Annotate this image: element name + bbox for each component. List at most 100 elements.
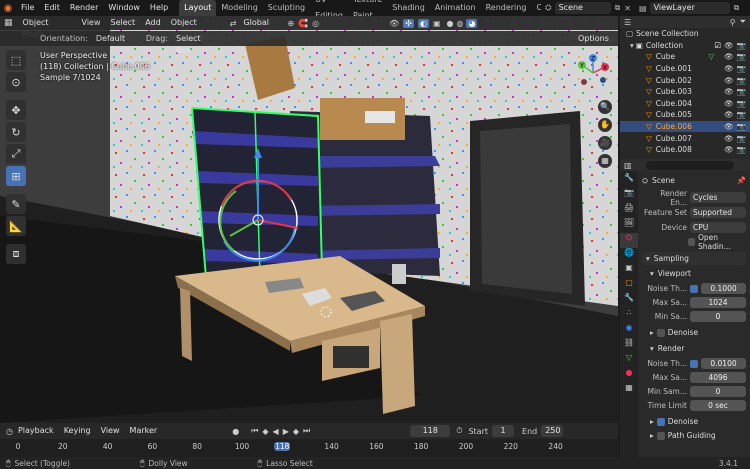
time-limit-field[interactable]: 0 sec (690, 400, 746, 411)
add-cube-tool-icon[interactable]: ⧈ (6, 244, 26, 264)
r-noise-checkbox[interactable] (690, 359, 698, 368)
material-tab-icon[interactable]: ● (620, 368, 638, 383)
proportional-edit-icon[interactable]: ◎ (312, 19, 319, 28)
tab-sculpting[interactable]: Sculpting (263, 0, 310, 16)
options-dropdown[interactable]: Options (574, 32, 614, 45)
scene-field[interactable]: Scene (554, 2, 611, 14)
particles-tab-icon[interactable]: ∴ (620, 308, 638, 323)
snap-icon[interactable]: 🧲 (298, 19, 308, 28)
data-tab-icon[interactable]: ▽ (620, 353, 638, 368)
outliner-item[interactable]: ▽ Cube.005 👁 📷 (620, 109, 750, 121)
jump-start-icon[interactable]: ⏮ (251, 426, 258, 436)
vp-denoise-checkbox[interactable] (656, 328, 665, 337)
play-icon[interactable]: ▶ (283, 427, 289, 436)
menu-add[interactable]: Add (140, 16, 166, 30)
camera-render-icon[interactable]: 📷 (737, 64, 746, 73)
eye-icon[interactable]: 👁 (724, 52, 734, 61)
object-tab-icon[interactable]: ▢ (620, 278, 638, 293)
path-guiding-row[interactable]: ▸ Path Guiding (642, 429, 746, 442)
tab-uv-editing[interactable]: UV Editing (310, 0, 348, 16)
camera-icon[interactable]: 🎥 (598, 136, 612, 150)
camera-render-icon[interactable]: 📷 (737, 52, 746, 61)
camera-render-icon[interactable]: 📷 (737, 76, 746, 85)
expand-arrow-icon[interactable]: ▾ (630, 41, 634, 50)
outliner-search-icon[interactable]: ⚲ (730, 18, 736, 27)
outliner-item[interactable]: ▽ Cube.003 👁 📷 (620, 86, 750, 98)
pivot-icon[interactable]: ⊕ (287, 19, 294, 28)
modifier-tab-icon[interactable]: 🔧 (620, 293, 638, 308)
camera-render-icon[interactable]: 📷 (737, 99, 746, 108)
view-layer-icon[interactable]: ▤ (639, 4, 647, 13)
shading-solid-icon[interactable]: ● (447, 19, 454, 28)
eye-icon[interactable]: 👁 (724, 134, 734, 143)
checkbox-icon[interactable]: ☑ (714, 41, 721, 50)
menu-keying[interactable]: Keying (59, 423, 96, 439)
menu-render[interactable]: Render (65, 0, 103, 16)
camera-render-icon[interactable]: 📷 (737, 145, 746, 154)
outliner-editor-icon[interactable]: ☰ (624, 18, 631, 27)
r-min-samples-field[interactable]: 0 (690, 386, 746, 397)
mode-selector[interactable]: Object Mode (18, 17, 77, 39)
editor-type-icon[interactable]: ▦ (4, 18, 13, 28)
tab-rendering[interactable]: Rendering (481, 0, 532, 16)
r-denoise-checkbox[interactable] (656, 417, 665, 426)
physics-tab-icon[interactable]: ◉ (620, 323, 638, 338)
cursor-tool-icon[interactable]: ⊙ (6, 72, 26, 92)
menu-file[interactable]: File (16, 0, 39, 16)
move-tool-icon[interactable]: ✥ (6, 100, 26, 120)
outliner-item[interactable]: ▽ Cube.001 👁 📷 (620, 63, 750, 75)
feature-set-select[interactable]: Supported (690, 207, 746, 218)
scene-icon[interactable]: ⛭ (545, 3, 551, 13)
render-tab-icon[interactable]: 📷 (620, 188, 638, 203)
current-frame-field[interactable]: 118 (410, 425, 451, 437)
visibility-icon[interactable]: 👁 (389, 19, 399, 28)
menu-help[interactable]: Help (145, 0, 173, 16)
render-engine-select[interactable]: Cycles (690, 192, 746, 203)
outliner-item[interactable]: ▽ Cube.006 👁 📷 (620, 120, 750, 133)
playhead-frame-label[interactable]: 118 (274, 442, 291, 451)
filter-icon[interactable]: ⏷ (740, 17, 746, 27)
gizmo-toggle-icon[interactable]: ✣ (403, 18, 414, 28)
end-frame-field[interactable]: 250 (541, 425, 564, 437)
open-shading-row[interactable]: Open Shadin... (642, 233, 746, 251)
transform-orientation-icon[interactable]: ⇄ (230, 19, 237, 28)
render-subpanel-header[interactable]: ▾ Render (642, 342, 746, 355)
vp-noise-field[interactable]: 0.1000 (701, 283, 746, 294)
tab-layout[interactable]: Layout (179, 0, 217, 16)
vp-noise-checkbox[interactable] (690, 284, 698, 293)
play-reverse-icon[interactable]: ◀ (273, 427, 279, 436)
collection-tab-icon[interactable]: ▣ (620, 263, 638, 278)
camera-render-icon[interactable]: 📷 (737, 41, 746, 50)
menu-playback[interactable]: Playback (13, 423, 59, 439)
start-frame-field[interactable]: 1 (492, 425, 515, 437)
properties-editor-icon[interactable]: ▥ (624, 161, 632, 170)
camera-render-icon[interactable]: 📷 (737, 87, 746, 96)
drag-select[interactable]: Select Box (171, 32, 218, 55)
menu-window[interactable]: Window (103, 0, 145, 16)
eye-icon[interactable]: 👁 (724, 122, 734, 131)
outliner-item[interactable]: ▽ Cube.004 👁 📷 (620, 98, 750, 110)
props-search-field[interactable] (645, 160, 734, 170)
r-noise-field[interactable]: 0.0100 (701, 358, 746, 369)
measure-tool-icon[interactable]: 📐 (6, 216, 26, 236)
eye-icon[interactable]: 👁 (724, 64, 734, 73)
vp-denoise-row[interactable]: ▸ Denoise (642, 326, 746, 339)
xray-icon[interactable]: ▣ (433, 19, 441, 28)
vp-max-samples-field[interactable]: 1024 (690, 297, 746, 308)
transform-tool-icon[interactable]: ⊞ (6, 166, 26, 186)
pan-hand-icon[interactable]: ✋ (598, 118, 612, 132)
eye-icon[interactable]: 👁 (724, 87, 734, 96)
outliner-item[interactable]: ▽ Cube ▽ 👁 📷 (620, 51, 750, 63)
navigation-gizmo[interactable]: Y X Z (572, 52, 614, 94)
overlay-toggle-icon[interactable]: ◐ (417, 18, 429, 28)
eye-icon[interactable]: 👁 (724, 99, 734, 108)
r-max-samples-field[interactable]: 4096 (690, 372, 746, 383)
select-tool-icon[interactable]: ⬚ (6, 50, 26, 70)
path-guiding-checkbox[interactable] (656, 431, 665, 440)
view-layer-field[interactable]: ViewLayer (649, 2, 730, 14)
eye-icon[interactable]: 👁 (724, 145, 734, 154)
device-select[interactable]: CPU (690, 222, 746, 233)
scale-tool-icon[interactable]: ⤢ (6, 144, 26, 164)
r-denoise-row[interactable]: ▸ Denoise (642, 415, 746, 428)
next-key-icon[interactable]: ◆ (293, 427, 299, 436)
